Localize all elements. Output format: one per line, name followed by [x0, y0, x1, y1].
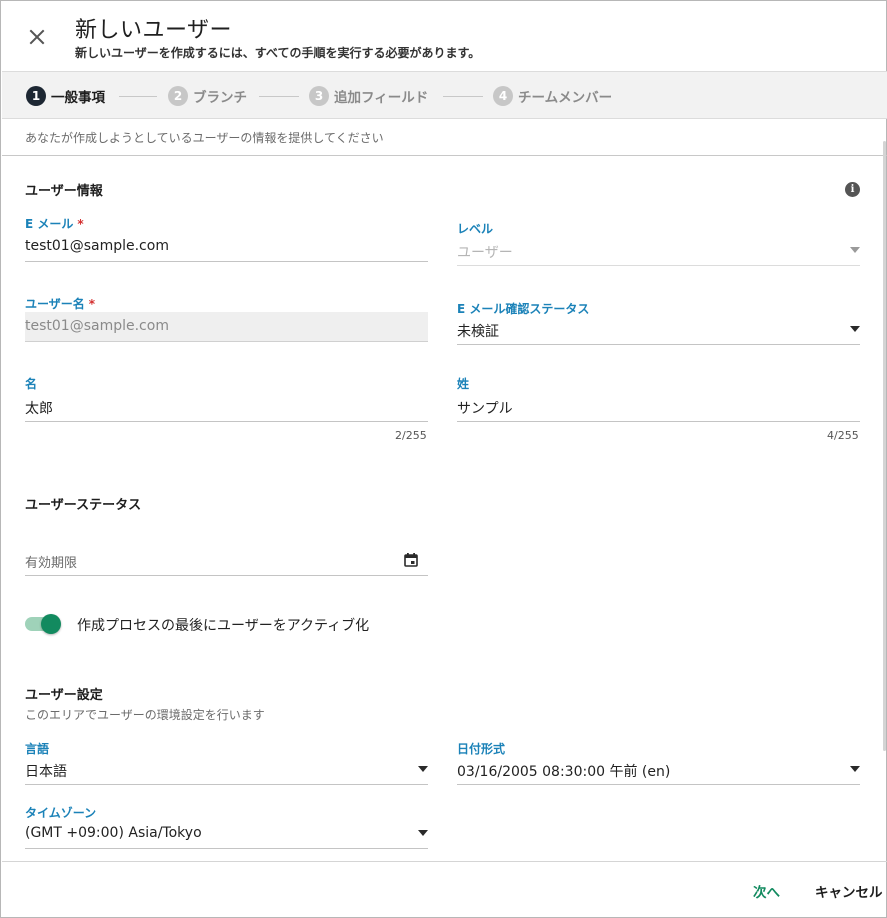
section-title-user-status: ユーザーステータス [25, 498, 142, 513]
level-placeholder: ユーザー [457, 245, 513, 261]
chevron-down-icon [418, 766, 428, 772]
last-name-counter: 4/255 [827, 429, 859, 442]
level-select[interactable]: ユーザー [457, 236, 860, 266]
cancel-button[interactable]: キャンセル [815, 881, 883, 901]
section-title-user-settings: ユーザー設定 [25, 688, 103, 703]
stepper: 1 一般事項 2 ブランチ 3 追加フィールド 4 チームメンバー [2, 71, 887, 119]
first-name-field[interactable]: 太郎 [25, 392, 428, 422]
last-name-value: サンプル [457, 401, 513, 417]
first-name-label: 名 [25, 377, 38, 391]
timezone-select[interactable]: (GMT +09:00) Asia/Tokyo [25, 819, 428, 849]
date-format-value: 03/16/2005 08:30:00 午前 (en) [457, 764, 671, 780]
timezone-value: (GMT +09:00) Asia/Tokyo [25, 825, 202, 841]
user-settings-subtitle: このエリアでユーザーの環境設定を行います [25, 708, 265, 722]
close-button[interactable] [25, 25, 49, 49]
step-number: 1 [26, 86, 46, 106]
dialog-subtitle: 新しいユーザーを作成するには、すべての手順を実行する必要があります。 [75, 46, 481, 60]
chevron-down-icon [850, 766, 860, 772]
activate-user-label: 作成プロセスの最後にユーザーをアクティブ化 [77, 618, 370, 634]
step-number: 3 [309, 86, 329, 106]
step-team-members[interactable]: 4 チームメンバー [493, 85, 612, 107]
step-general[interactable]: 1 一般事項 [26, 85, 105, 107]
language-value: 日本語 [25, 764, 67, 780]
dialog-title: 新しいユーザー [75, 18, 233, 43]
info-icon[interactable]: i [845, 182, 860, 197]
footer-divider [2, 861, 887, 862]
new-user-dialog: 新しいユーザー 新しいユーザーを作成するには、すべての手順を実行する必要がありま… [0, 0, 887, 918]
toggle-thumb [41, 614, 61, 634]
step-label: チームメンバー [518, 90, 613, 106]
next-button[interactable]: 次へ [753, 881, 780, 901]
level-label: レベル [457, 222, 494, 236]
chevron-down-icon [850, 326, 860, 332]
step-branch[interactable]: 2 ブランチ [168, 85, 247, 107]
step-label: ブランチ [193, 90, 247, 106]
step-number: 2 [168, 86, 188, 106]
username-value: test01@sample.com [25, 318, 169, 334]
step-label: 一般事項 [51, 90, 105, 106]
language-select[interactable]: 日本語 [25, 755, 428, 785]
email-label: E メール * [25, 217, 84, 231]
step-connector [259, 96, 299, 97]
email-value: test01@sample.com [25, 238, 169, 254]
email-status-value: 未検証 [457, 324, 499, 340]
chevron-down-icon [850, 247, 860, 253]
close-icon [29, 29, 45, 45]
step-label: 追加フィールド [334, 90, 429, 106]
email-field[interactable]: test01@sample.com [25, 232, 428, 262]
step-number: 4 [493, 86, 513, 106]
username-label: ユーザー名 * [25, 297, 96, 311]
expiry-date-field[interactable]: 有効期限 [25, 546, 428, 576]
activate-user-toggle[interactable] [25, 614, 61, 634]
expiry-date-placeholder: 有効期限 [25, 556, 78, 571]
username-field: test01@sample.com [25, 312, 428, 342]
date-format-select[interactable]: 03/16/2005 08:30:00 午前 (en) [457, 755, 860, 785]
calendar-icon[interactable] [404, 553, 418, 567]
scrollbar[interactable] [883, 141, 886, 751]
email-status-select[interactable]: 未検証 [457, 315, 860, 345]
chevron-down-icon [418, 830, 428, 836]
step-connector [119, 96, 157, 97]
step-connector [443, 96, 483, 97]
step-additional-fields[interactable]: 3 追加フィールド [309, 85, 428, 107]
section-title-user-info: ユーザー情報 [25, 184, 103, 199]
first-name-counter: 2/255 [395, 429, 427, 442]
divider [2, 155, 887, 156]
last-name-field[interactable]: サンプル [457, 392, 860, 422]
last-name-label: 姓 [457, 377, 470, 391]
first-name-value: 太郎 [25, 401, 53, 417]
step-description: あなたが作成しようとしているユーザーの情報を提供してください [25, 131, 384, 145]
